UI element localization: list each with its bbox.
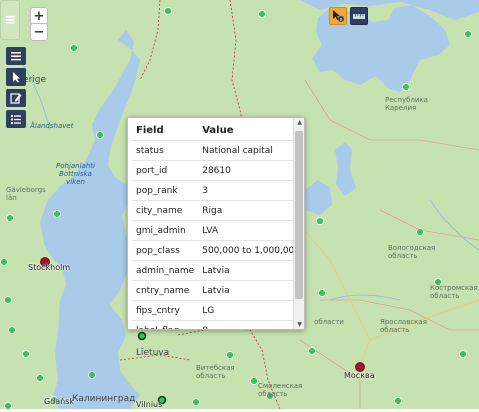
table-row: pop_class 500,000 to 1,000,000 — [132, 240, 304, 261]
value-column-header: Value — [198, 120, 304, 141]
label-kaliningrad: Калининград — [72, 394, 136, 404]
label-vologda: Вологодская область — [388, 244, 436, 260]
field-cell: pop_rank — [132, 180, 199, 201]
label-karelia: Республика Карелия — [385, 96, 428, 112]
city-marker[interactable] — [164, 7, 172, 15]
plus-icon: + — [33, 8, 45, 24]
measure-tool-button[interactable] — [350, 7, 368, 25]
city-marker[interactable] — [308, 347, 316, 355]
popup-scrollbar[interactable]: ▲ ▼ — [293, 118, 304, 329]
attribute-table-button[interactable] — [6, 110, 26, 128]
cursor-icon — [13, 72, 20, 83]
city-marker[interactable] — [258, 10, 266, 18]
table-row: gmi_admin LVA — [132, 220, 304, 241]
city-marker[interactable] — [250, 377, 258, 385]
value-cell: Riga — [198, 200, 304, 221]
city-marker[interactable] — [0, 258, 8, 266]
menu-toggle-button[interactable]: ≡ — [0, 0, 20, 40]
label-stockholm: Stockholm — [28, 263, 71, 272]
city-marker[interactable] — [8, 326, 16, 334]
city-marker[interactable] — [4, 402, 12, 410]
table-row: cntry_name Latvia — [132, 280, 304, 301]
layer-list-button[interactable] — [6, 47, 26, 65]
identify-icon — [333, 10, 344, 22]
table-row: fips_cntry LG — [132, 300, 304, 321]
label-smolensk: Смоленская область — [258, 382, 303, 398]
value-cell: 500,000 to 1,000,000 — [198, 240, 304, 261]
city-marker[interactable] — [402, 83, 410, 91]
identify-tool-button[interactable] — [329, 7, 347, 25]
label-gavleborg: Gävleborgs län — [6, 186, 46, 202]
label-vitebsk: Витебская область — [196, 364, 235, 380]
label-aland: Ålandshavet — [30, 122, 74, 130]
field-cell: port_id — [132, 160, 199, 181]
label-kostroma: Костромская область — [430, 284, 478, 300]
field-cell: label_flag — [132, 320, 199, 329]
list-icon — [11, 52, 21, 61]
value-cell: LVA — [198, 220, 304, 241]
field-cell: cntry_name — [132, 280, 199, 301]
city-marker[interactable] — [96, 131, 104, 139]
city-marker[interactable] — [464, 30, 472, 38]
city-marker[interactable] — [192, 398, 200, 406]
field-cell: pop_class — [132, 240, 199, 261]
value-cell: 0 — [198, 320, 304, 329]
city-marker[interactable] — [316, 217, 324, 225]
attribute-table: Field Value status National capital port_i… — [132, 120, 304, 329]
city-marker[interactable] — [88, 371, 96, 379]
table-row: status National capital — [132, 140, 304, 161]
field-cell: admin_name — [132, 260, 199, 281]
city-marker[interactable] — [4, 296, 12, 304]
menu-icon: ≡ — [4, 12, 16, 28]
city-marker[interactable] — [394, 397, 402, 405]
table-row: port_id 28610 — [132, 160, 304, 181]
edit-icon — [10, 93, 22, 104]
label-vilnius: Vilnius — [136, 400, 163, 409]
label-moskva: Москва — [344, 371, 375, 380]
label-gdansk: Gdańsk — [44, 397, 75, 406]
table-row: pop_rank 3 — [132, 180, 304, 201]
minus-icon: − — [33, 24, 45, 40]
table-row: label_flag0 — [132, 320, 304, 329]
label-bothnia: Pohjanlahti Bottniska viken — [56, 162, 95, 186]
field-cell: status — [132, 140, 199, 161]
value-cell: 28610 — [198, 160, 304, 181]
label-tver: области — [314, 318, 344, 326]
value-cell: Latvia — [198, 280, 304, 301]
label-lietuva: Lietuva — [136, 348, 170, 358]
zoom-out-button[interactable]: − — [30, 23, 48, 41]
city-marker[interactable] — [226, 351, 234, 359]
city-marker[interactable] — [6, 214, 14, 222]
city-marker[interactable] — [70, 44, 78, 52]
scroll-up-icon[interactable]: ▲ — [297, 119, 302, 126]
city-marker[interactable] — [22, 350, 30, 358]
value-cell: National capital — [198, 140, 304, 161]
city-marker[interactable] — [36, 374, 44, 382]
value-cell: LG — [198, 300, 304, 321]
table-row: admin_name Latvia — [132, 260, 304, 281]
city-marker[interactable] — [459, 350, 467, 358]
select-tool-button[interactable] — [6, 68, 26, 86]
ruler-icon — [353, 14, 365, 19]
city-marker[interactable] — [318, 289, 326, 297]
feature-info-popup[interactable]: Field Value status National capital port_i… — [127, 117, 305, 330]
value-cell: 3 — [198, 180, 304, 201]
field-cell: city_name — [132, 200, 199, 221]
city-marker[interactable] — [416, 228, 424, 236]
edit-tool-button[interactable] — [6, 89, 26, 107]
scroll-down-icon[interactable]: ▼ — [297, 321, 302, 328]
field-cell: gmi_admin — [132, 220, 199, 241]
field-column-header: Field — [132, 120, 199, 141]
value-cell: Latvia — [198, 260, 304, 281]
city-marker[interactable] — [137, 331, 147, 341]
city-marker[interactable] — [53, 210, 61, 218]
label-yaroslavl: Ярославская область — [380, 318, 427, 334]
scroll-thumb[interactable] — [295, 131, 303, 299]
field-cell: fips_cntry — [132, 300, 199, 321]
table-row: city_name Riga — [132, 200, 304, 221]
checklist-icon — [11, 115, 21, 124]
